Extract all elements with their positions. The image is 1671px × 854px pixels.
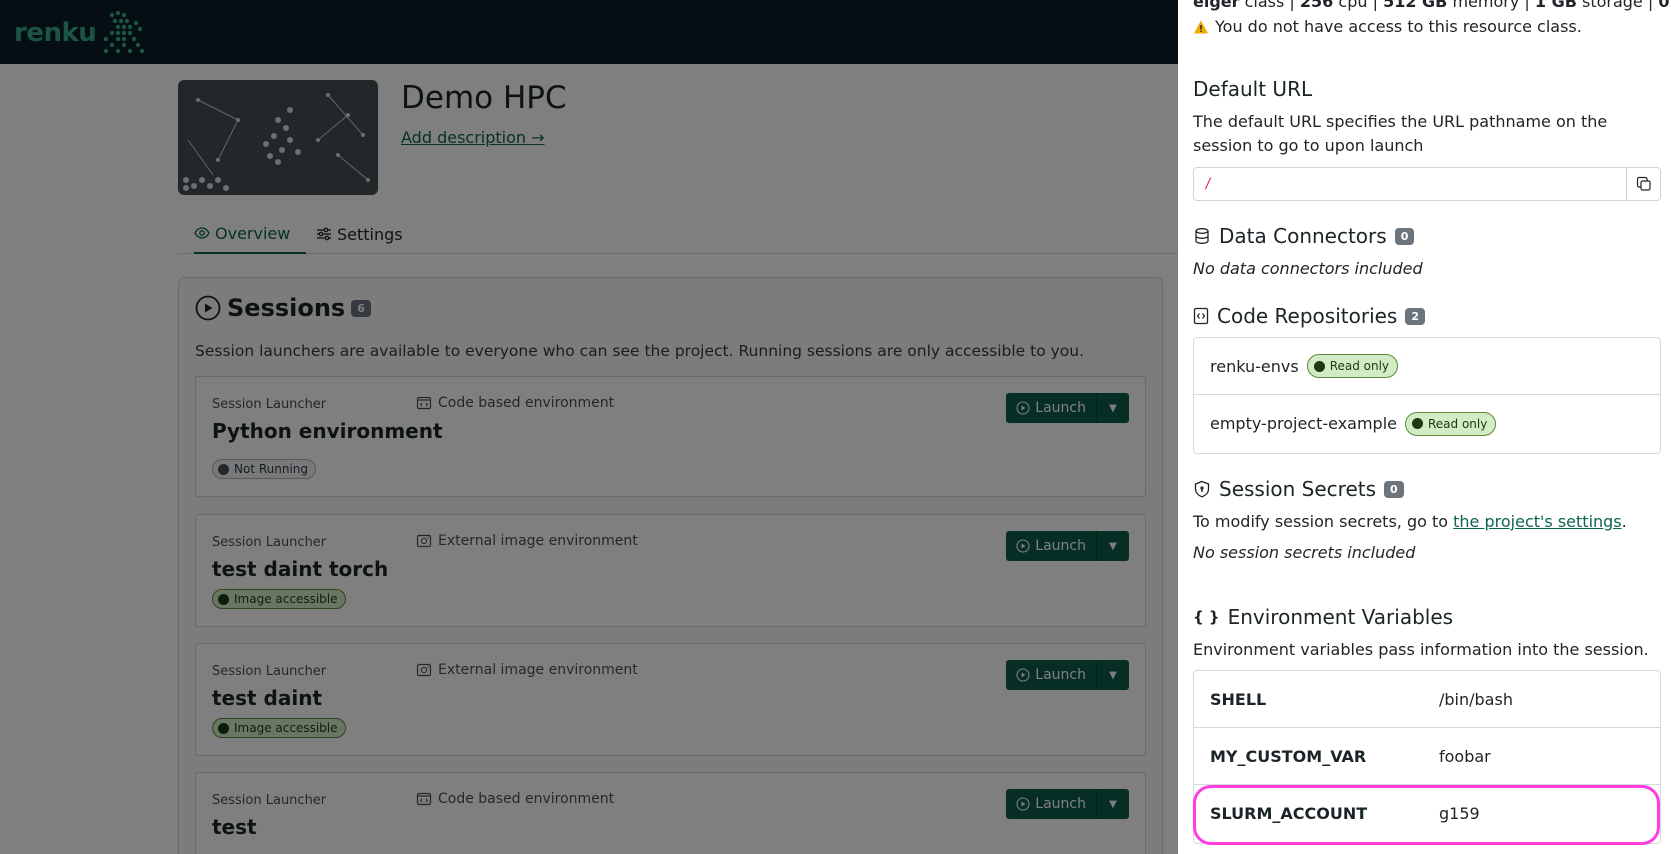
braces-icon: { } (1193, 608, 1220, 626)
code-repository-item[interactable]: renku-envs Read only (1194, 338, 1660, 395)
read-only-label: Read only (1428, 416, 1488, 431)
env-var-row: MY_CUSTOM_VAR foobar (1194, 728, 1660, 785)
env-var-row: SLURM_ACCOUNT g159 (1194, 785, 1660, 842)
code-file-icon (1193, 307, 1209, 325)
resource-cpu: 256 (1299, 0, 1334, 11)
env-var-key: SLURM_ACCOUNT (1210, 804, 1368, 823)
environment-variables-title: { } Environment Variables (1193, 605, 1453, 629)
warning-icon (1194, 20, 1208, 33)
copy-url-button[interactable] (1626, 168, 1660, 200)
environment-variables-description: Environment variables pass information i… (1193, 640, 1649, 659)
resource-storage: 1 GB (1534, 0, 1577, 11)
resource-memory-unit: memory | (1447, 0, 1535, 11)
read-only-label: Read only (1329, 359, 1390, 373)
code-repositories-list: renku-envs Read only empty-project-examp… (1193, 337, 1661, 454)
environment-variables-title-text: Environment Variables (1227, 605, 1454, 629)
code-repository-item[interactable]: empty-project-example Read only (1194, 395, 1660, 452)
database-icon (1195, 228, 1209, 244)
env-var-value: /bin/bash (1439, 689, 1513, 709)
session-secrets-help-end: . (1621, 512, 1627, 531)
access-warning: You do not have access to this resource … (1193, 17, 1582, 36)
session-secrets-help: To modify session secrets, go to the pro… (1193, 510, 1661, 534)
resource-storage-unit: storage | (1576, 0, 1659, 11)
shield-lock-icon (1194, 480, 1210, 498)
environment-variables-table: SHELL /bin/bash MY_CUSTOM_VAR foobar SLU… (1193, 670, 1661, 844)
default-url-title: Default URL (1193, 77, 1312, 101)
read-only-badge: Read only (1405, 411, 1497, 436)
resource-cpu-unit: cpu | (1333, 0, 1384, 11)
resource-gpu: 0 (1658, 0, 1670, 11)
session-secrets-help-text: To modify session secrets, go to (1193, 512, 1454, 531)
default-url-field: / (1193, 167, 1661, 201)
code-repositories-title: Code Repositories 2 (1193, 304, 1426, 328)
read-only-badge: Read only (1306, 354, 1399, 378)
env-var-key: MY_CUSTOM_VAR (1210, 746, 1367, 766)
env-var-row: SHELL /bin/bash (1194, 671, 1660, 728)
resource-class-name: eiger (1193, 0, 1240, 11)
session-secrets-title: Session Secrets 0 (1193, 477, 1404, 501)
data-connectors-count-badge: 0 (1394, 227, 1415, 245)
status-dot (1313, 360, 1325, 372)
default-url-title-text: Default URL (1193, 77, 1313, 101)
offcanvas-backdrop[interactable] (0, 0, 1178, 854)
resource-class-word: class | (1239, 0, 1300, 11)
default-url-value[interactable]: / (1194, 168, 1626, 200)
code-repositories-count-badge: 2 (1405, 307, 1426, 325)
default-url-description: The default URL specifies the URL pathna… (1193, 112, 1608, 155)
session-secrets-count-badge: 0 (1384, 480, 1404, 498)
env-var-key: SHELL (1210, 689, 1267, 709)
session-launcher-details-panel: eiger class | 256 cpu | 512 GB memory | … (1178, 0, 1671, 854)
code-repository-name: empty-project-example (1210, 414, 1397, 433)
resource-memory: 512 GB (1383, 0, 1448, 11)
code-repositories-title-text: Code Repositories (1217, 304, 1398, 328)
session-secrets-title-text: Session Secrets (1219, 477, 1377, 501)
copy-icon (1636, 176, 1651, 191)
data-connectors-title: Data Connectors 0 (1193, 224, 1415, 248)
data-connectors-title-text: Data Connectors (1219, 224, 1387, 248)
env-var-value: g159 (1439, 804, 1480, 823)
access-warning-text: You do not have access to this resource … (1215, 17, 1582, 36)
data-connectors-empty: No data connectors included (1193, 259, 1423, 278)
session-secrets-empty: No session secrets included (1193, 543, 1416, 562)
code-repository-name: renku-envs (1210, 356, 1299, 376)
project-settings-link[interactable]: the project's settings (1453, 512, 1622, 531)
env-var-value: foobar (1439, 746, 1491, 766)
status-dot (1412, 418, 1423, 429)
resource-class-summary: eiger class | 256 cpu | 512 GB memory | … (1193, 0, 1671, 11)
